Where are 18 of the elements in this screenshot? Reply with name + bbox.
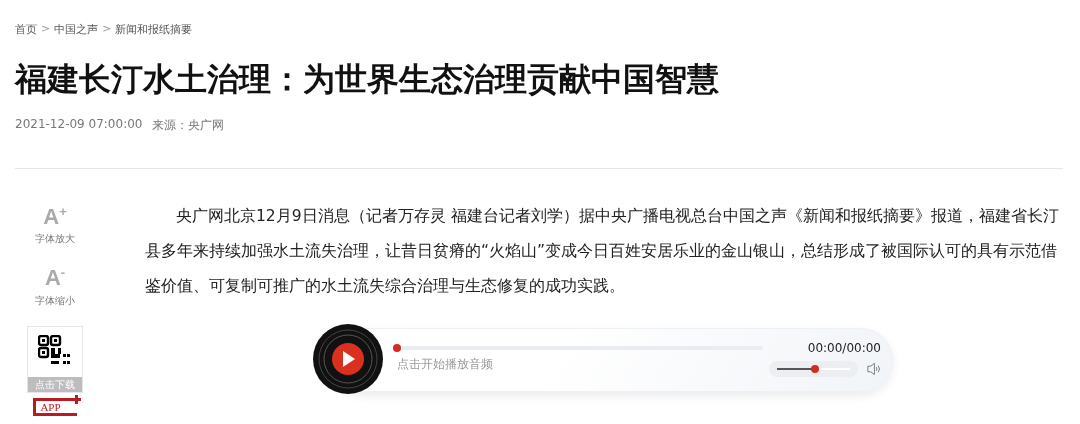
font-size-button[interactable]: A$^{-}$ 字体缩小 bbox=[35, 260, 75, 308]
breadcrumb-link[interactable]: 首页 bbox=[15, 22, 37, 37]
article-title: 福建长汀水土治理：为世界生态治理贡献中国智慧 bbox=[15, 59, 720, 100]
breadcrumb-separator: > bbox=[41, 22, 51, 37]
play-hint: 点击开始播放音频 bbox=[397, 355, 494, 373]
volume-slider[interactable] bbox=[769, 361, 858, 377]
progress-thumb[interactable] bbox=[393, 343, 401, 352]
play-button[interactable] bbox=[313, 324, 383, 394]
time-display: 00:00/00:00 bbox=[806, 341, 881, 355]
source-label: 来源：央广网 bbox=[152, 117, 225, 134]
breadcrumb-link[interactable]: 新闻和报纸摘要 bbox=[115, 22, 193, 37]
volume-thumb[interactable] bbox=[810, 365, 819, 373]
font-size-button[interactable]: A$^{+}$ 字体放大 bbox=[35, 199, 75, 247]
article-paragraph: 央广网北京12月9日消息（记者万存灵 福建台记者刘学）据中央广播电视总台中国之声《新闻和报纸摘要》报道，福建省长汀县多年来持续加强水土流失治理，让昔日贫瘠的“火焰山”变成今日百姓安居乐业的金山银山，总结形成了被国际认可的具有示范借鉴价值、可复制可推广的水土流失综合治理与生态修复的成功实践。 bbox=[145, 206, 1060, 297]
speaker-icon[interactable] bbox=[866, 361, 881, 377]
breadcrumb-link[interactable]: 中国之声 bbox=[54, 22, 99, 37]
breadcrumb-separator: > bbox=[102, 22, 112, 37]
publish-time: 2021-12-09 07:00:00 bbox=[15, 117, 143, 133]
